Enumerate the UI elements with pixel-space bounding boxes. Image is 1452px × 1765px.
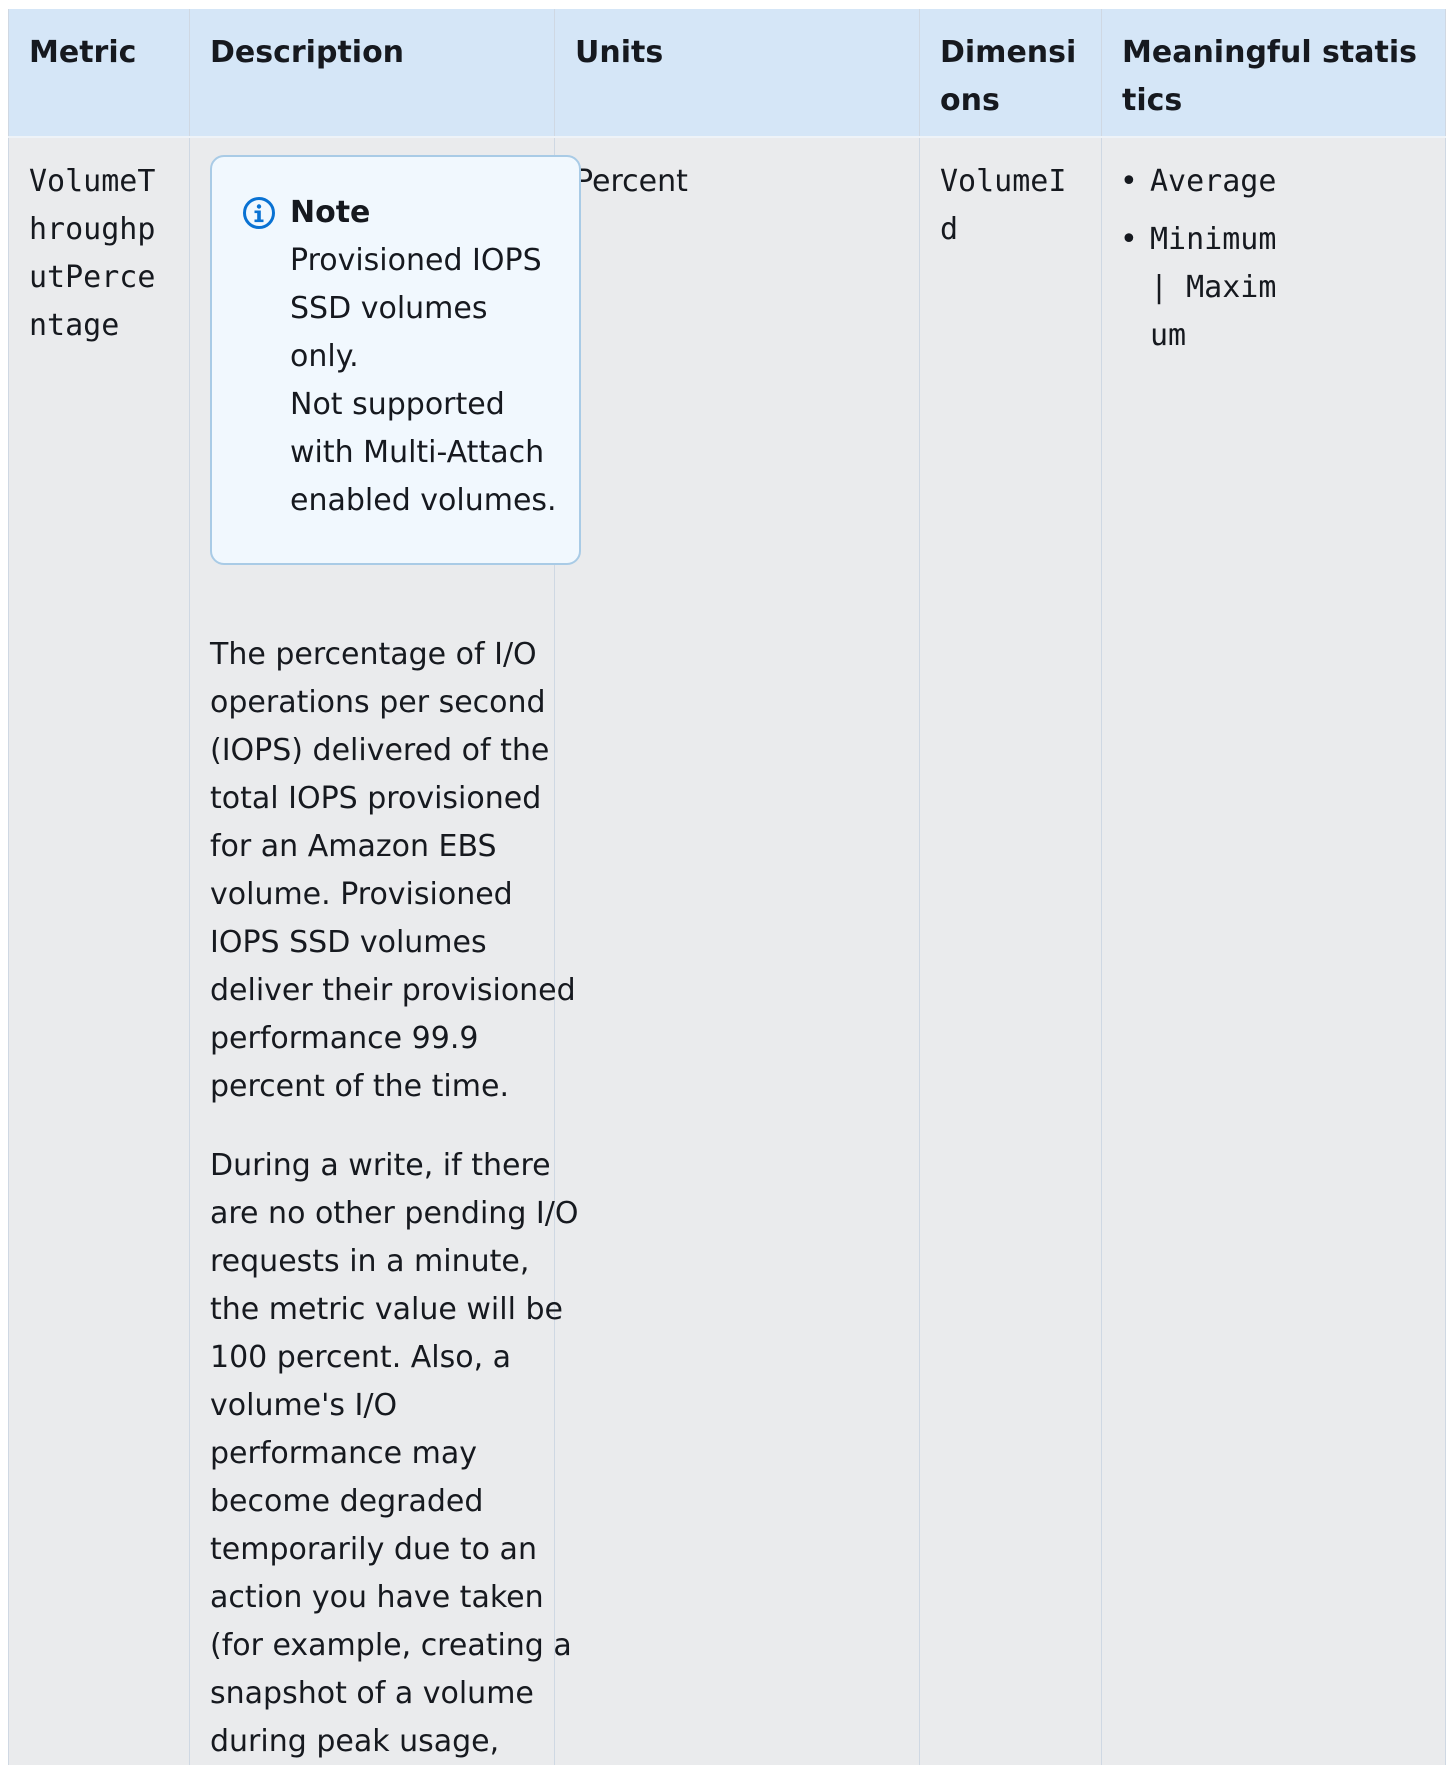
header-description-label: Description: [210, 35, 405, 70]
list-item: • Minimum | Maximum: [1116, 216, 1445, 360]
statistics-cell: • Average • Minimum | Maximum: [1101, 137, 1446, 1765]
bullet-icon: •: [1120, 164, 1138, 199]
header-dimensions: Dimensions: [919, 9, 1102, 138]
table-header-row: Metric Description Units Dimensions Mean…: [8, 9, 1446, 138]
note-body: Provisioned IOPS SSD volumes only. Not s…: [290, 235, 559, 525]
header-statistics-label: Meaningful statistics: [1122, 35, 1417, 118]
header-description: Description: [189, 9, 555, 138]
note-header: Note: [242, 191, 559, 235]
note-title: Note: [290, 195, 371, 230]
description-paragraph-2: During a write, if there are no other pe…: [210, 1148, 579, 1759]
note-line-2: Not supported with Multi-Attach enabled …: [290, 387, 557, 518]
metrics-table: Metric Description Units Dimensions Mean…: [8, 9, 1446, 1765]
note-callout: Note Provisioned IOPS SSD volumes only. …: [210, 155, 581, 565]
description-cell: Note Provisioned IOPS SSD volumes only. …: [189, 137, 581, 1765]
note-line-1: Provisioned IOPS SSD volumes only.: [290, 243, 542, 374]
list-item: • Average: [1116, 158, 1445, 206]
statistic-min-max: Minimum | Maximum: [1150, 222, 1277, 353]
dimensions-value: VolumeId: [940, 164, 1067, 247]
description-paragraph-1: The percentage of I/O operations per sec…: [210, 637, 576, 1104]
dimensions-cell: VolumeId: [919, 137, 1102, 1765]
metric-cell: VolumeThroughputPercentage: [8, 137, 190, 1765]
units-value: Percent: [575, 164, 688, 199]
header-dimensions-label: Dimensions: [940, 35, 1077, 118]
header-units: Units: [554, 9, 920, 138]
table-row: VolumeThroughputPercentage Note Provisio…: [8, 137, 1446, 1765]
info-icon: [243, 197, 275, 229]
header-units-label: Units: [575, 35, 664, 70]
header-metric-label: Metric: [29, 35, 137, 70]
statistic-average: Average: [1150, 164, 1277, 199]
metric-name: VolumeThroughputPercentage: [29, 164, 156, 343]
bullet-icon: •: [1120, 222, 1138, 257]
header-metric: Metric: [8, 9, 190, 138]
units-cell: Percent: [554, 137, 920, 1765]
statistics-list: • Average • Minimum | Maximum: [1102, 138, 1445, 360]
header-statistics: Meaningful statistics: [1101, 9, 1446, 138]
